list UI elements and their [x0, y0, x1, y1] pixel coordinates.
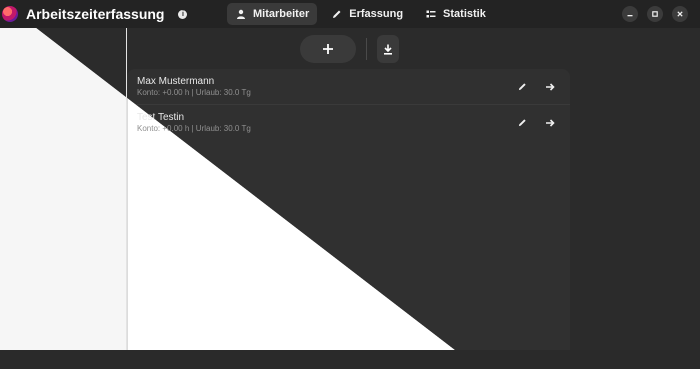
window-controls [622, 6, 688, 22]
arrow-right-icon [546, 82, 555, 91]
app-logo-icon [2, 6, 18, 22]
close-icon[interactable] [672, 6, 688, 22]
download-button[interactable] [377, 35, 399, 63]
app-title: Arbeitszeiterfassung [26, 6, 165, 22]
employee-name: Test Testin [137, 111, 185, 123]
list-item[interactable]: Test Testin Konto: +0.00 h | Urlaub: 30.… [127, 104, 570, 140]
pencil-icon [518, 119, 526, 127]
employee-list: Max Mustermann Konto: +0.00 h | Urlaub: … [127, 69, 570, 369]
tab-label: Mitarbeiter [253, 8, 310, 20]
open-employee-button[interactable] [545, 82, 555, 92]
employee-name: Max Mustermann [137, 75, 215, 87]
tab-erfassung[interactable]: Erfassung [323, 3, 411, 25]
tab-mitarbeiter[interactable]: Mitarbeiter [227, 3, 318, 25]
tab-label: Statistik [443, 8, 486, 20]
tab-bar: Mitarbeiter Erfassung Statistik [227, 3, 494, 25]
list-item[interactable]: Max Mustermann Konto: +0.00 h | Urlaub: … [127, 69, 570, 104]
info-icon[interactable]: i [178, 10, 188, 19]
toolbar-separator [366, 38, 367, 60]
person-icon [235, 8, 247, 20]
pencil-icon [518, 83, 526, 91]
download-icon [384, 44, 392, 55]
edit-employee-button[interactable] [517, 82, 527, 92]
tab-statistik[interactable]: Statistik [417, 3, 494, 25]
pencil-icon [331, 8, 343, 20]
plus-icon [323, 44, 333, 54]
list-icon [425, 8, 437, 20]
tab-label: Erfassung [349, 8, 404, 20]
toolbar [300, 35, 399, 63]
add-employee-button[interactable] [300, 35, 356, 63]
arrow-right-icon [546, 118, 555, 127]
header-bar: Arbeitszeiterfassung i Mitarbeiter Erfas… [0, 0, 700, 28]
maximize-icon[interactable] [647, 6, 663, 22]
minimize-icon[interactable] [622, 6, 638, 22]
open-employee-button[interactable] [545, 118, 555, 128]
employee-info: Konto: +0.00 h | Urlaub: 30.0 Tg [137, 123, 251, 133]
edit-employee-button[interactable] [517, 118, 527, 128]
employee-info: Konto: +0.00 h | Urlaub: 30.0 Tg [137, 87, 251, 97]
